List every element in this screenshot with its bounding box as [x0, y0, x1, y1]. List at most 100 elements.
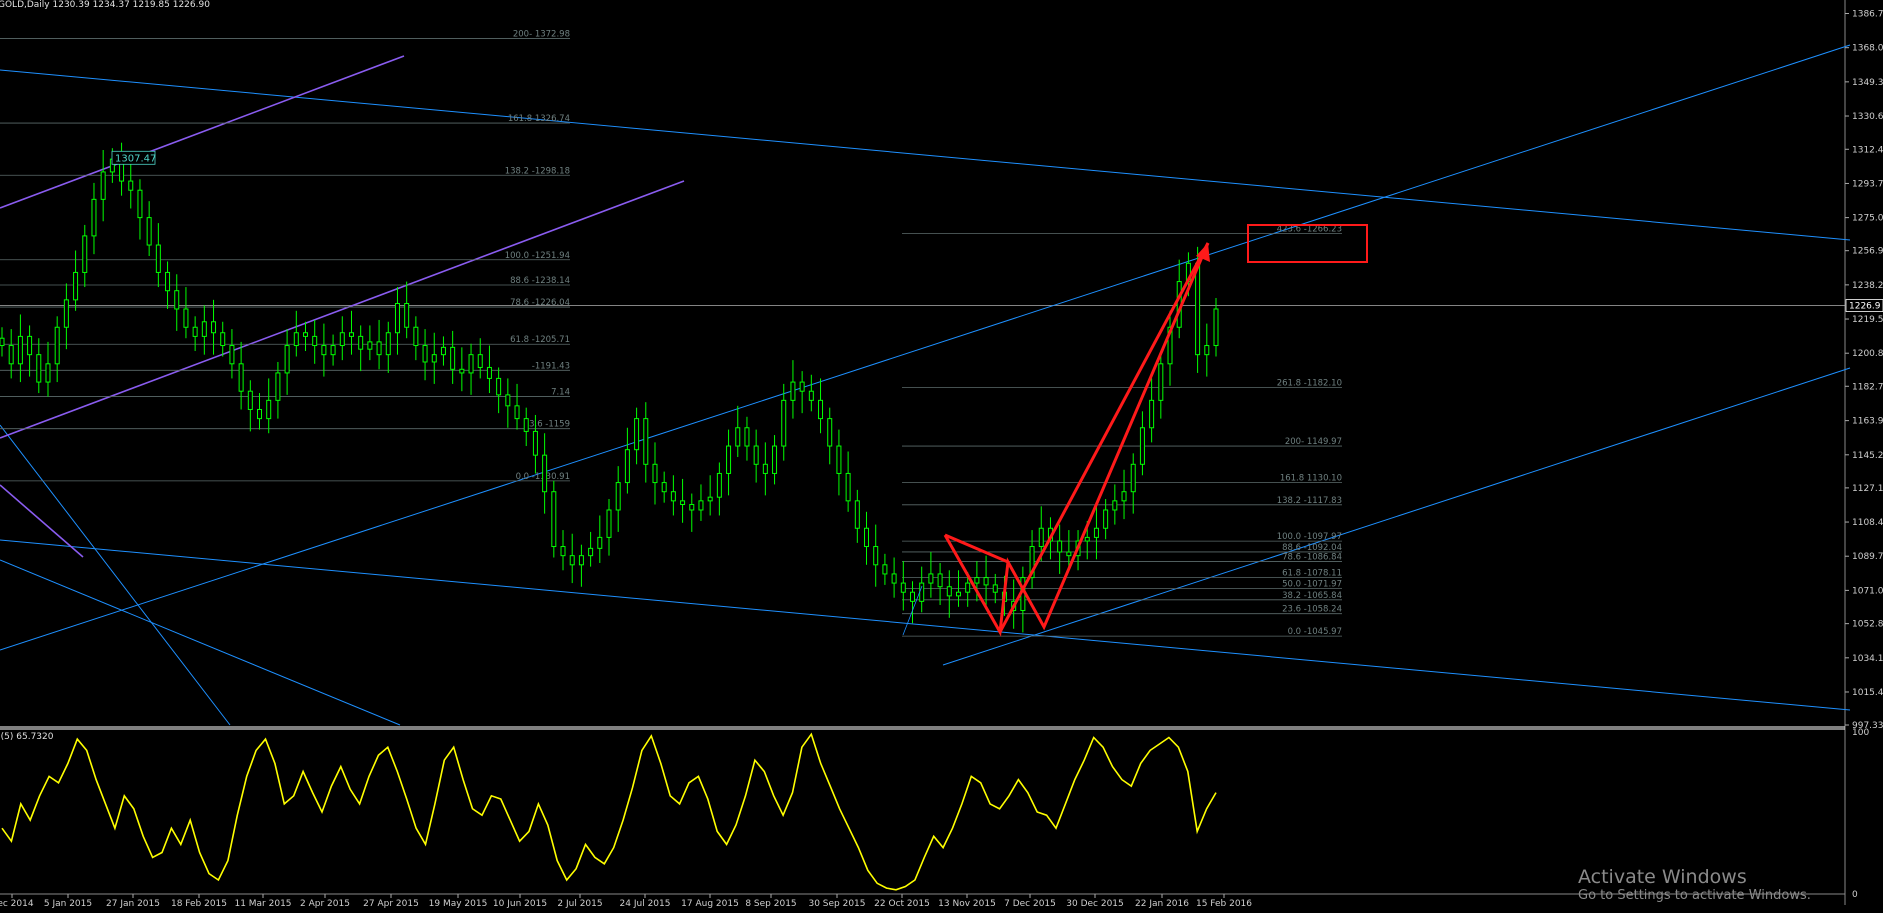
candle-body — [376, 341, 382, 356]
candle-body — [707, 496, 713, 502]
candle-body — [615, 482, 621, 511]
candle-body — [211, 321, 217, 334]
y-tick-label: 1034.1 — [1852, 654, 1883, 664]
candle-body — [643, 418, 649, 465]
y-tick-label: 1182.7 — [1852, 382, 1883, 392]
candle-body — [836, 445, 842, 474]
candle-body — [1158, 363, 1164, 401]
x-tick-label: 2 Jul 2015 — [557, 899, 602, 909]
candle-body — [974, 577, 980, 584]
fib-label-right: 88.6 -1092.04 — [1282, 543, 1342, 553]
candle-body — [937, 573, 943, 588]
x-tick-label: 8 Sep 2015 — [745, 899, 796, 909]
candle-body — [1112, 500, 1118, 511]
candle-body — [744, 427, 750, 447]
fib-label-left: 7.14 — [551, 387, 570, 397]
candle-body — [8, 345, 14, 365]
candle-body — [698, 500, 704, 511]
candle-body — [63, 299, 69, 328]
y-tick-label: 1015.4 — [1852, 688, 1883, 698]
candle-body — [532, 430, 538, 456]
y-tick-label: 1238.2 — [1852, 281, 1883, 291]
candle-body — [303, 332, 308, 337]
candle-body — [569, 555, 575, 566]
candle-body — [82, 235, 88, 273]
candle-body — [339, 332, 345, 347]
candle-body — [17, 335, 23, 365]
y-tick-label: 1071.0 — [1852, 586, 1883, 596]
candle-body — [772, 445, 778, 474]
candle-body — [459, 368, 465, 374]
candle-body — [385, 332, 391, 356]
candle-body — [505, 394, 511, 407]
candle-body — [919, 582, 925, 602]
candle-body — [900, 582, 906, 593]
candle-body — [680, 500, 686, 506]
fib-label-right: 0.0 -1045.97 — [1288, 627, 1342, 637]
candle-body — [1121, 491, 1127, 502]
candle-body — [220, 332, 226, 347]
candle-body — [73, 271, 79, 301]
candle-body — [1149, 399, 1155, 429]
x-tick-label: 7 Dec 2015 — [1004, 899, 1056, 909]
y-tick-label: 1368.0 — [1852, 44, 1883, 54]
y-tick-label: 1052.8 — [1852, 620, 1883, 630]
candle-body — [946, 586, 952, 597]
y-tick-label: 1275.0 — [1852, 214, 1883, 224]
y-tick-label: 1145.2 — [1852, 451, 1883, 461]
candle-body — [486, 366, 492, 379]
candle-body — [128, 180, 134, 191]
candle-body — [450, 346, 456, 370]
candle-body — [762, 463, 768, 474]
fib-label-right: 423.6 -1266.23 — [1277, 225, 1342, 235]
candle-body — [735, 427, 741, 447]
candle-body — [753, 445, 759, 465]
candle-body — [431, 354, 437, 363]
candle-body — [284, 345, 290, 374]
x-tick-label: 27 Jan 2015 — [106, 899, 160, 909]
candle-body — [652, 463, 658, 484]
candle-body — [257, 408, 263, 420]
candle-body — [1057, 540, 1063, 553]
candle-body — [597, 536, 603, 549]
candle-body — [983, 577, 989, 586]
candle-body — [955, 591, 961, 597]
price-chart[interactable]: 200- 1372.98 161.8 1326.74 138.2 -1298.18 1… — [0, 0, 1883, 909]
fib-label-right: 38.2 -1065.84 — [1282, 591, 1342, 601]
candle-body — [165, 271, 171, 292]
candle-body — [891, 573, 897, 584]
x-tick-label: 10 Jun 2015 — [493, 899, 547, 909]
candle-body — [670, 491, 676, 502]
fib-label-right: 61.8 -1078.11 — [1282, 568, 1342, 578]
candle-body — [1066, 551, 1072, 557]
y-tick-label: 1349.3 — [1852, 78, 1883, 88]
candle-body — [726, 445, 732, 474]
x-tick-label: 27 Apr 2015 — [363, 899, 419, 909]
watermark-line-1: Activate Windows — [1578, 866, 1747, 888]
candle-body — [413, 326, 419, 347]
candle-body — [146, 217, 152, 246]
candle-body — [174, 290, 180, 310]
fib-label-right: 23.6 -1058.24 — [1282, 605, 1342, 615]
candle-body — [1204, 345, 1210, 356]
candle-body — [247, 390, 253, 410]
oscillator-y-tick-label: 100 — [1852, 728, 1869, 738]
candle-body — [606, 509, 612, 538]
candle-body — [155, 244, 161, 273]
fib-label-right: 138.2 -1117.83 — [1277, 496, 1342, 506]
candle-body — [965, 582, 971, 593]
x-tick-label: 5 Jan 2015 — [44, 899, 92, 909]
candle-body — [716, 472, 722, 498]
chart-window[interactable]: 200- 1372.98 161.8 1326.74 138.2 -1298.18 1… — [0, 0, 1883, 909]
candle-body — [864, 527, 870, 548]
candle-body — [790, 381, 796, 401]
candle-body — [588, 547, 594, 557]
fib-label-right: 50.0 -1071.97 — [1282, 580, 1342, 590]
x-tick-label: 22 Oct 2015 — [874, 899, 930, 909]
candle-body — [0, 337, 5, 347]
x-tick-label: 22 Jan 2016 — [1135, 899, 1189, 909]
candle-body — [183, 308, 189, 328]
candle-body — [54, 326, 60, 365]
candle-body — [1103, 509, 1109, 529]
y-tick-label: 1108.4 — [1852, 518, 1883, 528]
